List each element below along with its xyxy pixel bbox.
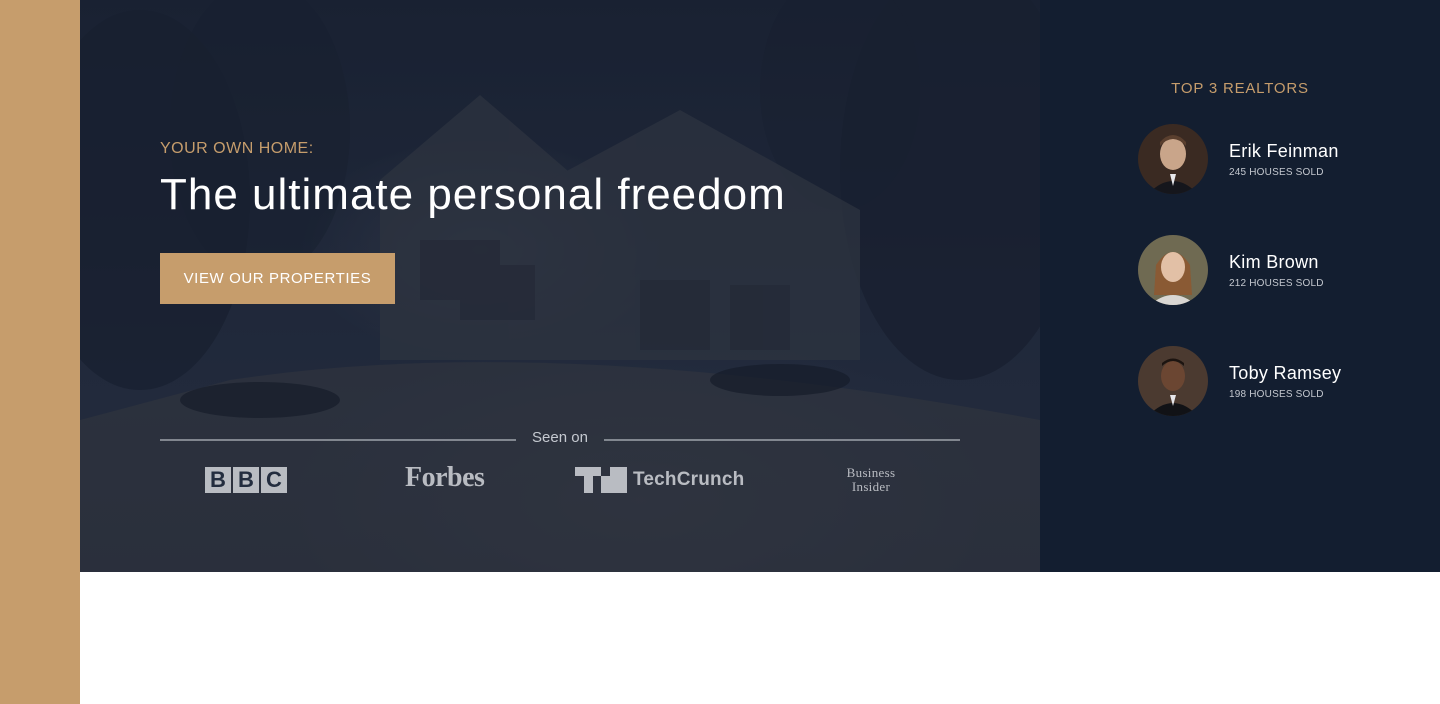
divider-line-right — [604, 439, 960, 441]
realtor-avatar-icon — [1138, 235, 1208, 305]
techcrunch-logo: TechCrunch — [575, 467, 744, 493]
realtor-avatar-icon — [1138, 346, 1208, 416]
realtor-avatar-icon — [1138, 124, 1208, 194]
realtor-houses-sold: 198 HOUSES SOLD — [1229, 389, 1324, 400]
business-insider-logo: Business Insider — [810, 466, 932, 494]
left-accent-bar — [0, 0, 80, 704]
realtor-houses-sold: 212 HOUSES SOLD — [1229, 278, 1324, 289]
hero-kicker: YOUR OWN HOME: — [160, 140, 314, 157]
bbc-logo: BBC — [205, 467, 293, 493]
techcrunch-mark-icon — [575, 467, 627, 493]
hero-section: YOUR OWN HOME: The ultimate personal fre… — [80, 0, 1040, 572]
divider-line-left — [160, 439, 516, 441]
business-insider-line-2: Insider — [851, 479, 891, 494]
hero-headline: The ultimate personal freedom — [160, 170, 786, 219]
realtor-card[interactable]: Erik Feinman 245 HOUSES SOLD — [1138, 124, 1398, 196]
business-insider-line-1: Business — [846, 465, 896, 480]
bbc-letter: C — [261, 467, 287, 493]
realtor-card[interactable]: Toby Ramsey 198 HOUSES SOLD — [1138, 346, 1398, 418]
realtor-name: Toby Ramsey — [1229, 363, 1342, 383]
top-realtors-panel: TOP 3 REALTORS Erik Feinman 245 HOUSES S… — [1040, 0, 1440, 572]
forbes-logo: Forbes — [405, 462, 485, 493]
top-realtors-title: TOP 3 REALTORS — [1171, 80, 1309, 97]
bbc-letter: B — [233, 467, 259, 493]
seen-on-divider: Seen on — [160, 428, 960, 450]
view-properties-button[interactable]: VIEW OUR PROPERTIES — [160, 253, 395, 304]
realtor-houses-sold: 245 HOUSES SOLD — [1229, 167, 1324, 178]
realtor-name: Kim Brown — [1229, 252, 1319, 272]
techcrunch-wordmark: TechCrunch — [633, 469, 745, 490]
realtor-name: Erik Feinman — [1229, 141, 1339, 161]
bbc-letter: B — [205, 467, 231, 493]
seen-on-label: Seen on — [532, 429, 588, 446]
realtor-card[interactable]: Kim Brown 212 HOUSES SOLD — [1138, 235, 1398, 307]
